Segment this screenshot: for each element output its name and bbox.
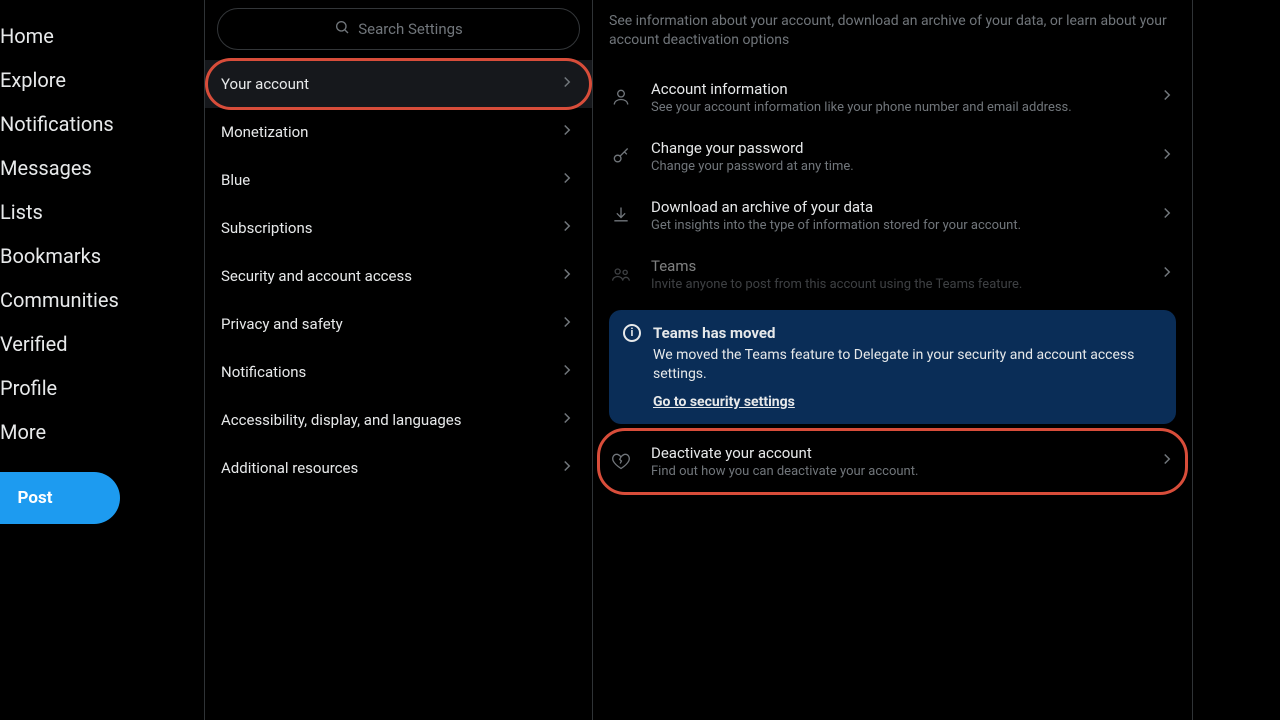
- nav-item-explore[interactable]: Explore: [0, 58, 204, 102]
- chevron-right-icon: [558, 265, 576, 287]
- item-subtitle: Change your password at any time.: [651, 159, 1140, 174]
- primary-nav: HomeExploreNotificationsMessagesListsBoo…: [0, 0, 205, 720]
- chevron-right-icon: [558, 361, 576, 383]
- settings-category-notifications[interactable]: Notifications: [205, 348, 592, 396]
- chevron-right-icon: [558, 121, 576, 143]
- nav-item-communities[interactable]: Communities: [0, 278, 204, 322]
- settings-category-monetization[interactable]: Monetization: [205, 108, 592, 156]
- settings-item-download-an-archive-of-your-data[interactable]: Download an archive of your data Get insi…: [593, 186, 1192, 245]
- panel-description: See information about your account, down…: [593, 12, 1192, 68]
- item-title: Account information: [651, 80, 1140, 98]
- category-label: Monetization: [221, 123, 308, 141]
- nav-item-notifications[interactable]: Notifications: [0, 102, 204, 146]
- banner-link[interactable]: Go to security settings: [653, 394, 1160, 410]
- category-label: Privacy and safety: [221, 315, 343, 333]
- deactivate-account-item[interactable]: Deactivate your account Find out how you…: [593, 432, 1192, 491]
- settings-category-blue[interactable]: Blue: [205, 156, 592, 204]
- category-label: Additional resources: [221, 459, 358, 477]
- category-label: Subscriptions: [221, 219, 312, 237]
- key-icon: [609, 146, 633, 166]
- item-subtitle: Invite anyone to post from this account …: [651, 277, 1140, 292]
- nav-item-profile[interactable]: Profile: [0, 366, 204, 410]
- chevron-right-icon: [1158, 450, 1176, 472]
- settings-category-subscriptions[interactable]: Subscriptions: [205, 204, 592, 252]
- nav-item-lists[interactable]: Lists: [0, 190, 204, 234]
- chevron-right-icon: [1158, 263, 1176, 285]
- nav-item-verified[interactable]: Verified: [0, 322, 204, 366]
- teams-moved-banner: i Teams has moved We moved the Teams fea…: [609, 310, 1176, 424]
- banner-title: Teams has moved: [653, 324, 1160, 342]
- chevron-right-icon: [558, 169, 576, 191]
- nav-item-home[interactable]: Home: [0, 14, 204, 58]
- settings-category-accessibility-display-and-languages[interactable]: Accessibility, display, and languages: [205, 396, 592, 444]
- settings-category-security-and-account-access[interactable]: Security and account access: [205, 252, 592, 300]
- category-label: Blue: [221, 171, 250, 189]
- item-title: Download an archive of your data: [651, 198, 1140, 216]
- item-title: Change your password: [651, 139, 1140, 157]
- banner-message: We moved the Teams feature to Delegate i…: [653, 346, 1160, 384]
- item-title: Teams: [651, 257, 1140, 275]
- item-subtitle: Find out how you can deactivate your acc…: [651, 464, 1140, 479]
- chevron-right-icon: [558, 73, 576, 95]
- download-icon: [609, 205, 633, 225]
- post-button[interactable]: Post: [0, 472, 120, 524]
- chevron-right-icon: [558, 313, 576, 335]
- heartbreak-icon: [609, 451, 633, 471]
- settings-item-change-your-password[interactable]: Change your password Change your password…: [593, 127, 1192, 186]
- settings-categories: Search Settings Your account Monetization…: [205, 0, 593, 720]
- category-label: Accessibility, display, and languages: [221, 411, 461, 429]
- settings-category-your-account[interactable]: Your account: [205, 60, 592, 108]
- chevron-right-icon: [1158, 86, 1176, 108]
- chevron-right-icon: [558, 409, 576, 431]
- people-icon: [609, 264, 633, 284]
- item-subtitle: Get insights into the type of informatio…: [651, 218, 1140, 233]
- settings-item-teams: Teams Invite anyone to post from this acc…: [593, 245, 1192, 304]
- settings-category-additional-resources[interactable]: Additional resources: [205, 444, 592, 492]
- account-detail-panel: See information about your account, down…: [593, 0, 1193, 720]
- search-icon: [334, 19, 350, 39]
- chevron-right-icon: [1158, 145, 1176, 167]
- nav-item-messages[interactable]: Messages: [0, 146, 204, 190]
- nav-item-bookmarks[interactable]: Bookmarks: [0, 234, 204, 278]
- item-subtitle: See your account information like your p…: [651, 100, 1140, 115]
- category-label: Notifications: [221, 363, 306, 381]
- chevron-right-icon: [558, 457, 576, 479]
- nav-item-more[interactable]: More: [0, 410, 204, 454]
- chevron-right-icon: [558, 217, 576, 239]
- category-label: Your account: [221, 75, 309, 93]
- chevron-right-icon: [1158, 204, 1176, 226]
- settings-category-privacy-and-safety[interactable]: Privacy and safety: [205, 300, 592, 348]
- settings-item-account-information[interactable]: Account information See your account info…: [593, 68, 1192, 127]
- item-title: Deactivate your account: [651, 444, 1140, 462]
- search-settings-input[interactable]: Search Settings: [217, 8, 580, 50]
- info-icon: i: [623, 324, 641, 342]
- search-placeholder: Search Settings: [358, 20, 463, 38]
- category-label: Security and account access: [221, 267, 412, 285]
- user-icon: [609, 87, 633, 107]
